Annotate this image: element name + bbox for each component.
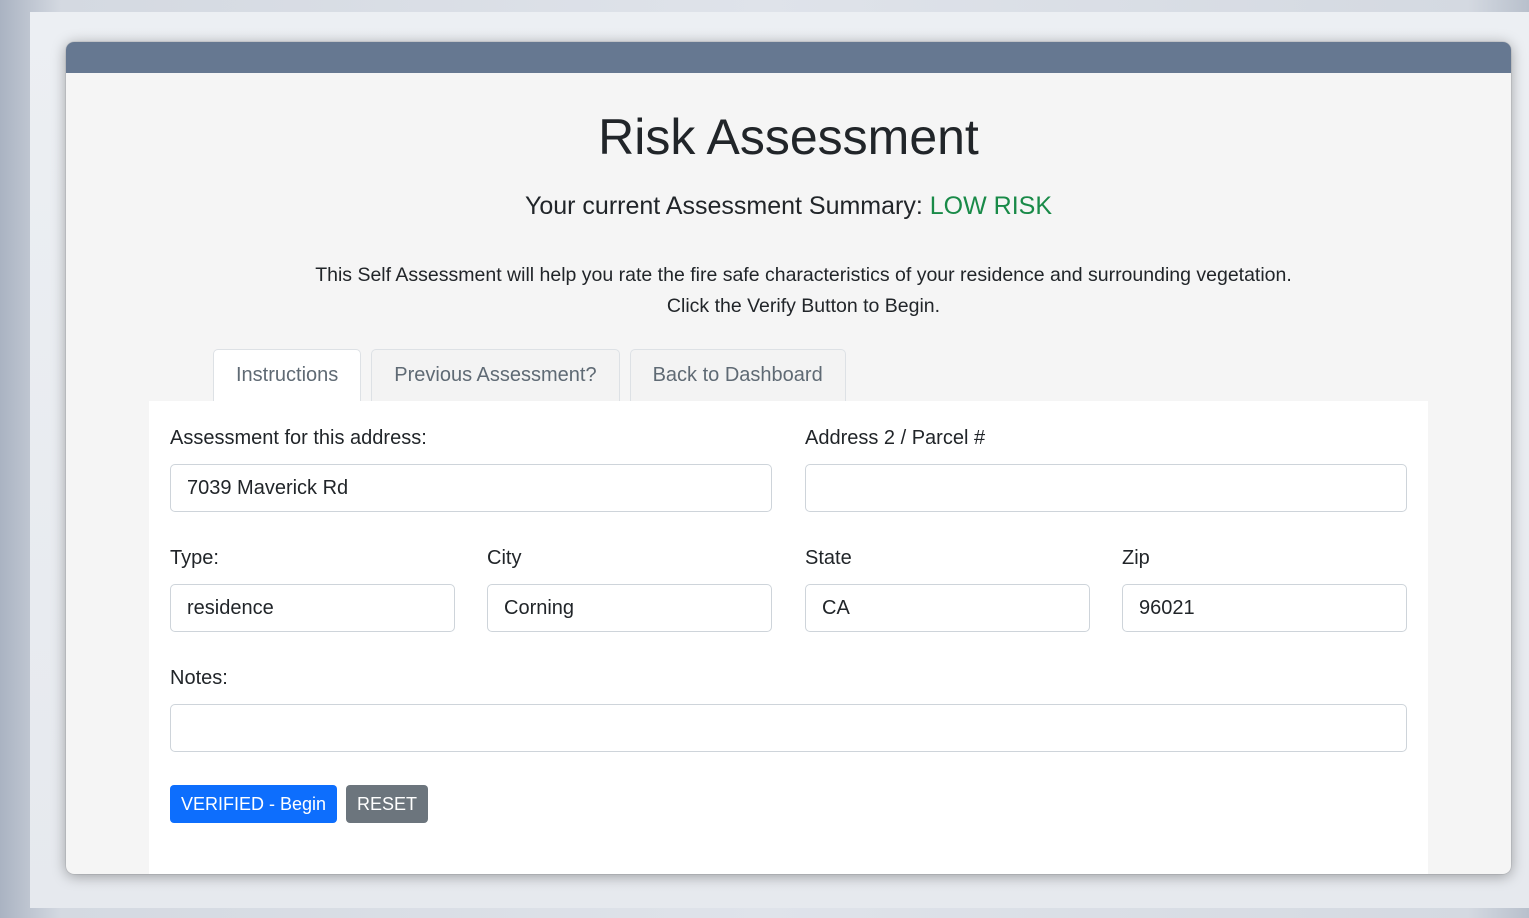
zip-label: Zip [1122, 547, 1150, 569]
city-input[interactable] [487, 584, 772, 632]
description: This Self Assessment will help you rate … [66, 260, 1511, 322]
type-input[interactable] [170, 584, 455, 632]
assessment-summary: Your current Assessment Summary: LOW RIS… [66, 192, 1511, 221]
tab-back-to-dashboard[interactable]: Back to Dashboard [629, 349, 846, 401]
page-title: Risk Assessment [598, 109, 979, 165]
city-label: City [487, 547, 522, 569]
verify-begin-button[interactable]: VERIFIED - Begin [170, 785, 338, 823]
risk-level-badge: LOW RISK [929, 192, 1053, 220]
type-label: Type: [170, 547, 219, 569]
assessment-form: Assessment for this address: Address 2 /… [149, 401, 1428, 874]
notes-input[interactable] [170, 704, 1407, 752]
zip-input[interactable] [1122, 584, 1407, 632]
address2-label: Address 2 / Parcel # [805, 427, 986, 449]
address-label: Assessment for this address: [170, 427, 427, 449]
app-window: Risk Assessment Your current Assessment … [66, 42, 1511, 874]
address2-input[interactable] [805, 464, 1407, 512]
address-input[interactable] [170, 464, 772, 512]
tab-instructions[interactable]: Instructions [213, 349, 362, 401]
state-input[interactable] [805, 584, 1090, 632]
tab-bar: Instructions Previous Assessment? Back t… [213, 349, 846, 401]
summary-label: Your current Assessment Summary: [524, 192, 923, 220]
notes-label: Notes: [170, 667, 228, 689]
description-line-2: Click the Verify Button to Begin. [666, 295, 941, 317]
state-label: State [805, 547, 852, 569]
tab-previous-assessment[interactable]: Previous Assessment? [371, 349, 620, 401]
description-line-1: This Self Assessment will help you rate … [315, 264, 1292, 286]
window-titlebar [66, 42, 1511, 73]
reset-button[interactable]: RESET [346, 785, 429, 823]
